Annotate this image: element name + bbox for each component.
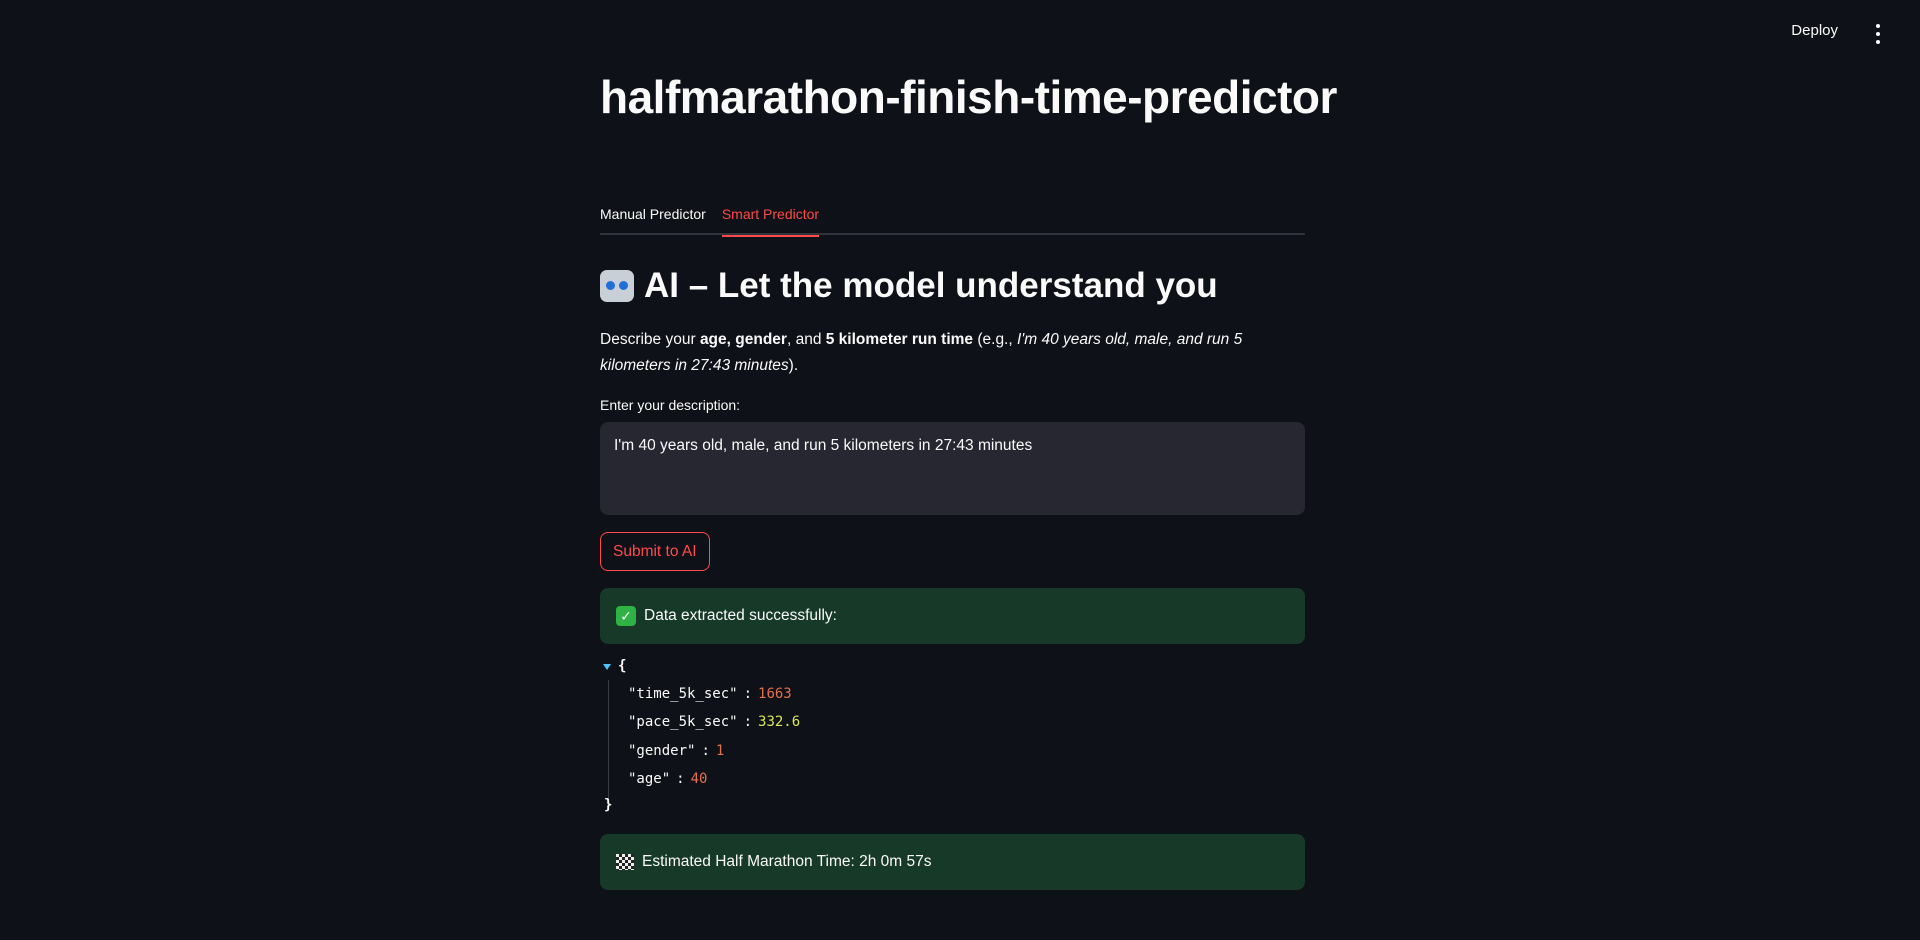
- json-entry: "age":40: [628, 771, 707, 787]
- json-entry: "pace_5k_sec":332.6: [628, 714, 800, 730]
- json-indent-guide: [608, 680, 609, 798]
- collapse-toggle-icon[interactable]: [603, 664, 611, 670]
- json-value: 40: [690, 771, 708, 787]
- main-menu-icon[interactable]: [1870, 24, 1886, 44]
- json-open-brace: {: [618, 658, 627, 674]
- result-alert: Estimated Half Marathon Time: 2h 0m 57s: [600, 834, 1305, 890]
- desc-time: 5 kilometer run time: [825, 331, 974, 348]
- checkered-flag-icon: [616, 854, 634, 870]
- json-colon: :: [743, 686, 753, 702]
- json-value: 332.6: [758, 714, 801, 730]
- desc-sep2: , and: [786, 331, 826, 348]
- tab-smart-predictor[interactable]: Smart Predictor: [721, 204, 820, 237]
- json-key: "gender": [628, 743, 696, 759]
- tab-bar: Manual Predictor Smart Predictor: [600, 204, 1305, 237]
- json-close-brace: }: [604, 797, 613, 813]
- section-heading: AI – Let the model understand you: [600, 266, 1218, 306]
- section-heading-text: AI – Let the model understand you: [644, 266, 1218, 305]
- desc-age: age: [699, 331, 727, 348]
- tab-manual-predictor[interactable]: Manual Predictor: [600, 204, 706, 235]
- result-text: Estimated Half Marathon Time: 2h 0m 57s: [642, 853, 932, 870]
- json-colon: :: [743, 714, 753, 730]
- description-textarea[interactable]: I'm 40 years old, male, and run 5 kilome…: [600, 422, 1305, 515]
- desc-eg: (e.g.,: [973, 331, 1017, 348]
- app-header: Deploy: [0, 0, 1920, 68]
- desc-gender: gender: [735, 331, 787, 348]
- json-key: "age": [628, 771, 671, 787]
- deploy-button[interactable]: Deploy: [1791, 22, 1838, 39]
- json-colon: :: [676, 771, 685, 787]
- json-entry: "time_5k_sec":1663: [628, 686, 792, 702]
- desc-sep1: ,: [726, 331, 736, 348]
- description-label: Enter your description:: [600, 397, 741, 413]
- json-value: 1663: [758, 686, 792, 702]
- robot-icon: [600, 270, 634, 302]
- json-colon: :: [701, 743, 710, 759]
- json-key: "pace_5k_sec": [628, 714, 738, 730]
- json-entry: "gender":1: [628, 743, 724, 759]
- check-mark-icon: ✓: [616, 606, 636, 626]
- desc-suffix: ).: [788, 357, 799, 374]
- desc-prefix: Describe your: [600, 331, 700, 348]
- submit-to-ai-button[interactable]: Submit to AI: [600, 532, 710, 571]
- page-title: halfmarathon-finish-time-predictor: [600, 71, 1337, 123]
- json-value: 1: [715, 743, 725, 759]
- success-text: Data extracted successfully:: [644, 607, 837, 624]
- success-alert: ✓ Data extracted successfully:: [600, 588, 1305, 644]
- instructions-text: Describe your age, gender, and 5 kilomet…: [600, 327, 1305, 379]
- json-key: "time_5k_sec": [628, 686, 738, 702]
